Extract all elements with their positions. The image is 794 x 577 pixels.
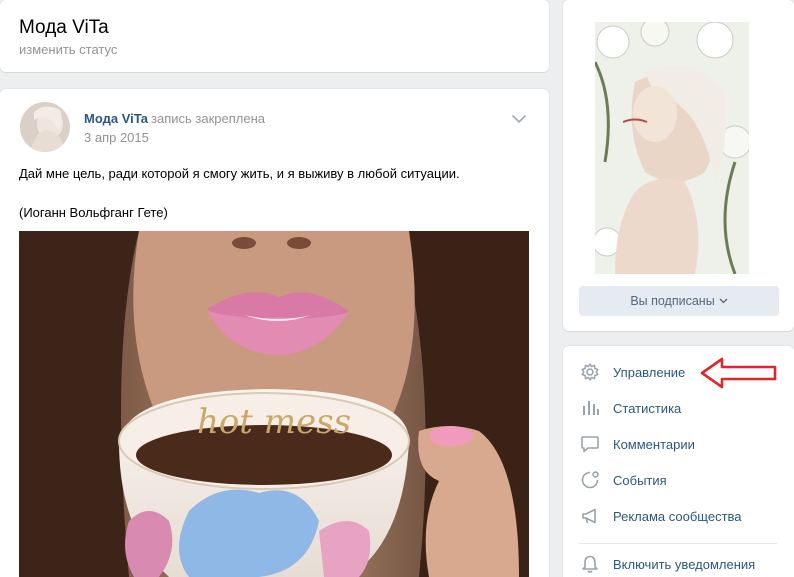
change-status-link[interactable]: изменить статус xyxy=(19,42,117,57)
post-author-link[interactable]: Мода ViTa xyxy=(84,111,148,126)
menu-item-events[interactable]: События xyxy=(579,468,667,492)
subscribed-label: Вы подписаны xyxy=(630,294,715,308)
menu-item-label: Статистика xyxy=(613,400,682,416)
menu-item-comments[interactable]: Комментарии xyxy=(579,432,695,456)
menu-item-ads[interactable]: Реклама сообщества xyxy=(579,504,742,528)
post-quote-author: (Иоганн Вольфганг Гете) xyxy=(19,205,168,220)
page-title: Мода ViTa xyxy=(19,17,109,38)
menu-item-label: Комментарии xyxy=(613,436,695,452)
menu-item-management[interactable]: Управление xyxy=(579,360,685,384)
comment-icon xyxy=(579,433,601,455)
subscribed-button[interactable]: Вы подписаны xyxy=(579,286,779,316)
menu-item-label: События xyxy=(613,472,667,488)
stats-icon xyxy=(579,397,601,419)
pinned-label: запись закреплена xyxy=(151,111,265,126)
menu-item-label: Управление xyxy=(613,364,686,380)
cup-text: hot mess xyxy=(197,402,351,442)
annotation-arrow xyxy=(700,356,778,390)
bell-icon xyxy=(579,553,601,575)
menu-item-label: Реклама сообщества xyxy=(613,508,742,524)
post-image[interactable]: hot mess xyxy=(19,231,529,577)
post-text: Дай мне цель, ради которой я смогу жить,… xyxy=(19,166,460,181)
post-date[interactable]: 3 апр 2015 xyxy=(84,130,149,145)
gear-icon xyxy=(579,361,601,383)
menu-item-notifications[interactable]: Включить уведомления xyxy=(579,552,755,576)
menu-item-label: Включить уведомления xyxy=(613,556,756,572)
menu-item-statistics[interactable]: Статистика xyxy=(579,396,681,420)
megaphone-icon xyxy=(579,505,601,527)
menu-divider xyxy=(579,543,777,544)
events-icon xyxy=(579,469,601,491)
community-cover-image[interactable] xyxy=(595,22,749,274)
chevron-down-icon[interactable] xyxy=(510,112,528,126)
avatar[interactable] xyxy=(20,102,70,152)
chevron-down-icon xyxy=(719,296,728,306)
